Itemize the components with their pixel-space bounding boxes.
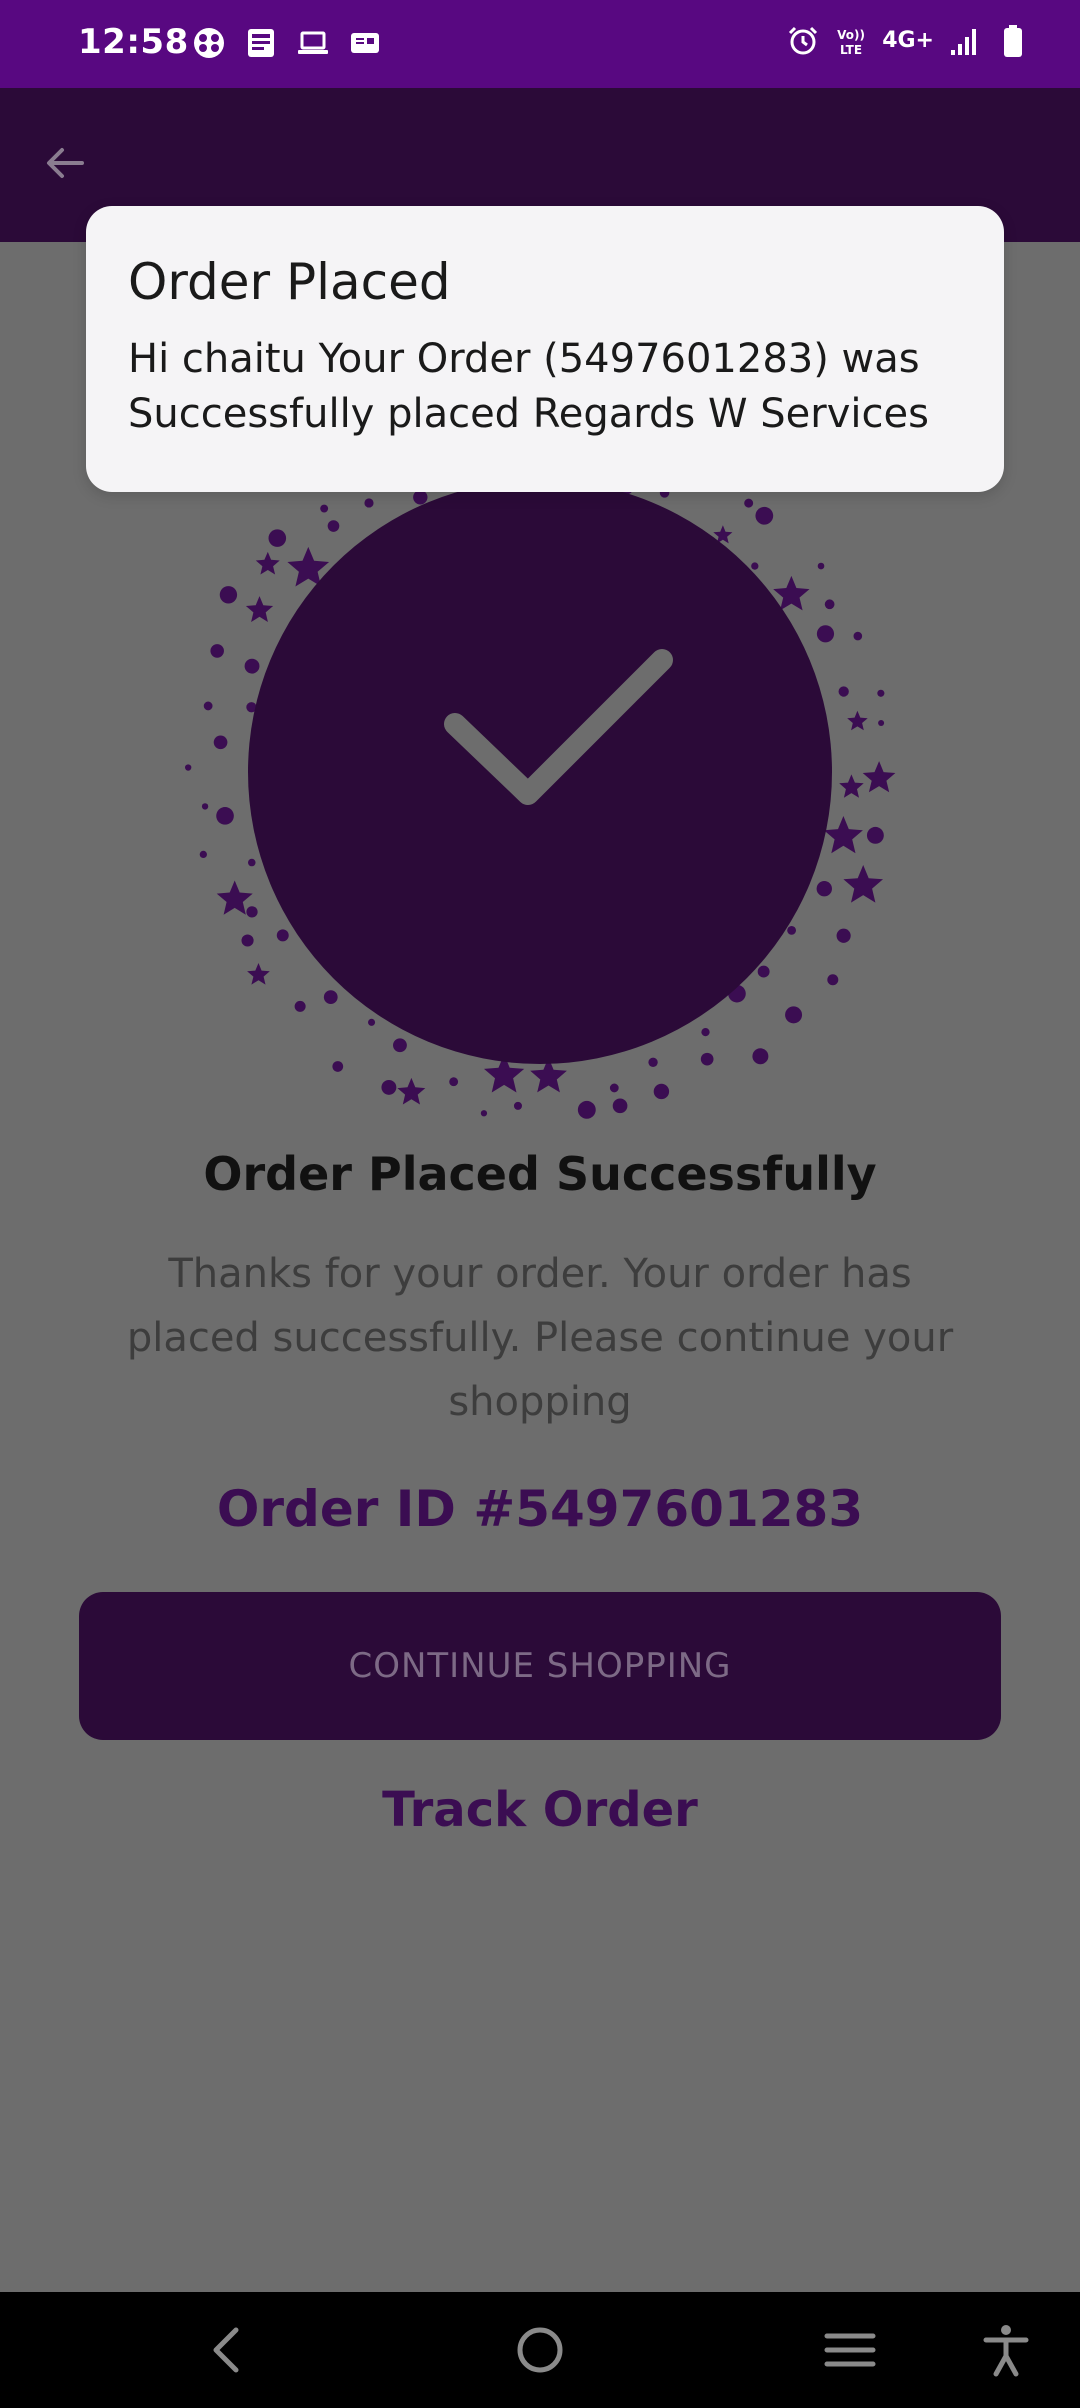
confetti-dot [787, 925, 797, 935]
confetti-dot [203, 701, 213, 711]
order-id-label: Order ID #5497601283 [216, 1480, 864, 1538]
confetti-dot [320, 504, 329, 513]
confetti-star [255, 551, 280, 575]
confetti-dot [480, 1110, 488, 1117]
app-icon [194, 28, 224, 58]
laptop-icon [298, 31, 328, 54]
confetti-star [862, 761, 896, 793]
confetti-dot [755, 506, 774, 525]
confetti-dot [700, 1052, 714, 1066]
confetti-dot [247, 858, 256, 867]
confetti-dot [276, 929, 289, 942]
recents-icon[interactable] [822, 2322, 878, 2378]
confetti-dot [513, 1101, 522, 1110]
network-type-label: 4G+ [882, 28, 934, 53]
confetti-dot [612, 1098, 628, 1114]
confetti-dot [327, 520, 340, 532]
confetti-dot [701, 1028, 710, 1037]
confetti-star [247, 963, 270, 985]
continue-shopping-button[interactable]: CONTINUE SHOPPING [79, 1592, 1001, 1740]
confetti-star [847, 710, 868, 731]
confetti-dot [877, 689, 885, 697]
confetti-dot [744, 498, 754, 508]
confetti-dot [751, 562, 759, 570]
confetti-star [843, 865, 883, 903]
gallery-icon [351, 33, 379, 53]
confetti-dot [817, 562, 825, 570]
confetti-dot [246, 906, 258, 918]
notification-body: Hi chaitu Your Order (5497601283) was Su… [128, 336, 929, 437]
success-checkmark-graphic [185, 422, 896, 1119]
confetti-dot [210, 644, 224, 658]
confetti-dot [413, 490, 428, 505]
confetti-dot [219, 586, 238, 604]
confetti-dot [381, 1079, 397, 1095]
track-order-link[interactable]: Track Order [0, 1782, 1080, 1838]
system-nav-bar [0, 2292, 1080, 2408]
volte-icon: Vo)) LTE [837, 28, 865, 57]
confetti-dot [757, 965, 770, 978]
confetti-dot [866, 826, 884, 844]
success-message: Thanks for your order. Your order has pl… [126, 1251, 954, 1425]
confetti-dot [185, 764, 192, 771]
confetti-dot [364, 498, 374, 508]
confetti-dot [323, 990, 338, 1005]
confetti-star [839, 774, 864, 798]
nav-back-icon[interactable] [200, 2322, 256, 2378]
svg-text:Vo)): Vo)) [837, 28, 865, 42]
confetti-dot [268, 529, 287, 547]
confetti-dot [816, 625, 835, 643]
confetti-dot [648, 1057, 658, 1067]
svg-text:LTE: LTE [840, 43, 862, 57]
confetti-dot [199, 850, 207, 859]
confetti-dot [816, 881, 832, 897]
status-left-icons [192, 26, 382, 60]
status-right-icons: Vo)) LTE 4G+ [786, 24, 1030, 58]
accessibility-icon[interactable] [978, 2322, 1034, 2378]
confetti-star [245, 596, 274, 622]
news-icon [248, 29, 274, 57]
confetti-dot [244, 658, 260, 674]
battery-icon [1004, 25, 1022, 57]
confetti-dot [827, 974, 839, 986]
confetti-dot [609, 1083, 619, 1093]
confetti-dot [294, 1000, 306, 1012]
confetti-dot [577, 1100, 596, 1119]
status-bar: 12:58 Vo)) LTE 4G+ [0, 0, 1080, 88]
confetti-dot [332, 1061, 344, 1072]
signal-icon [951, 29, 976, 55]
confetti-star [397, 1077, 426, 1105]
confetti-dot [241, 934, 254, 947]
confetti-star [823, 816, 863, 854]
confetti-dot [824, 599, 835, 610]
confetti-dot [838, 686, 849, 697]
confetti-dot [653, 1083, 670, 1100]
confetti-dot [201, 803, 209, 810]
success-title: Order Placed Successfully [203, 1147, 877, 1201]
confetti-dot [393, 1038, 407, 1053]
confetti-dot [878, 719, 885, 726]
order-placed-notification[interactable]: Order Placed Hi chaitu Your Order (54976… [86, 206, 1004, 492]
confetti-dot [853, 631, 863, 641]
confetti-dot [785, 1006, 803, 1024]
alarm-icon [789, 26, 818, 55]
confetti-dot [216, 807, 234, 825]
home-icon[interactable] [512, 2322, 568, 2378]
confetti-dot [213, 735, 228, 750]
confetti-dot [449, 1077, 459, 1087]
order-success-content: Order Placed Successfully Thanks for you… [0, 242, 1080, 2292]
confetti-dot [752, 1048, 769, 1065]
confetti-dot [836, 928, 851, 943]
confetti-dot [368, 1018, 376, 1026]
back-arrow-icon[interactable] [40, 138, 90, 188]
status-time: 12:58 [78, 22, 189, 62]
notification-title: Order Placed [128, 253, 451, 311]
